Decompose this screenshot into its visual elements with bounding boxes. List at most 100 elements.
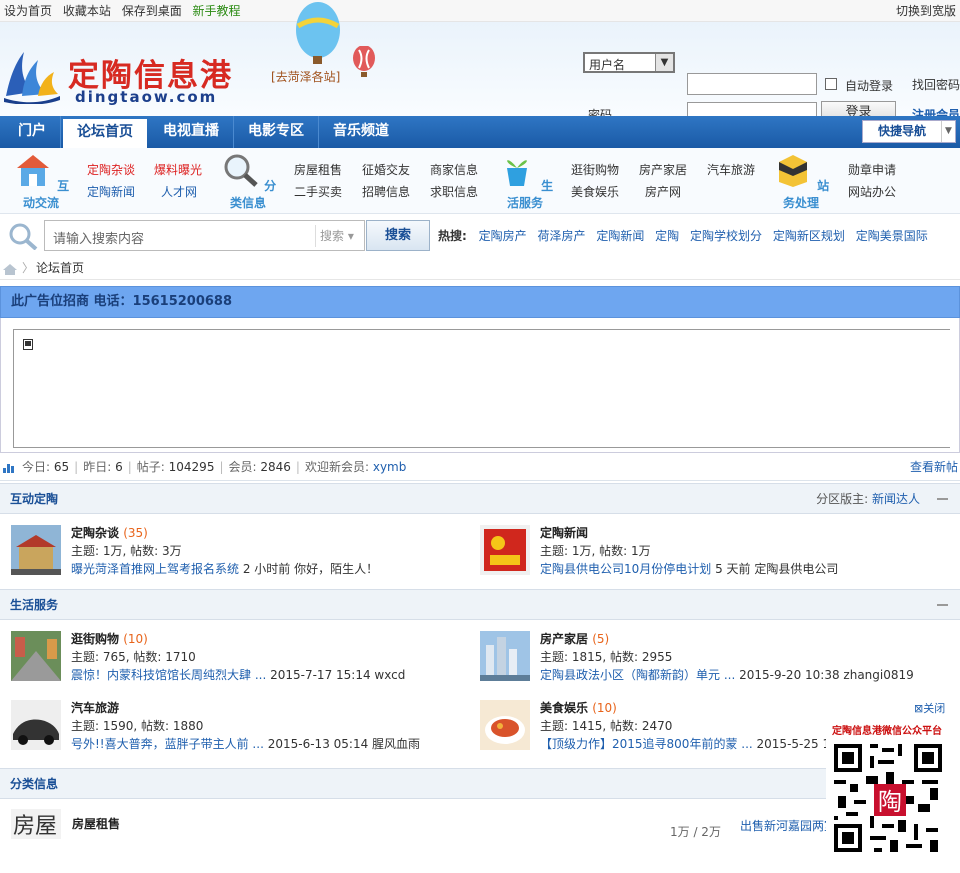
bar-chart-icon (3, 464, 14, 473)
forum-thumbnail[interactable] (480, 631, 530, 681)
forum-name[interactable]: 逛街购物 (71, 632, 119, 646)
cat-link-secondhand[interactable]: 二手买卖 (294, 183, 342, 200)
hot-link[interactable]: 定陶新区规划 (773, 229, 845, 243)
search-button[interactable]: 搜索 (366, 220, 430, 251)
forum-thumbnail[interactable] (480, 525, 530, 575)
forum-row: 房屋 房屋租售 1万 / 2万 出售新河嘉园两室一厅精装修房 (0, 799, 960, 839)
collapse-icon[interactable] (937, 498, 948, 500)
cat-link-cartravel[interactable]: 汽车旅游 (707, 161, 755, 178)
last-post-title[interactable]: 定陶县供电公司10月份停电计划 (540, 562, 711, 576)
cat-link-merchants[interactable]: 商家信息 (430, 161, 478, 178)
last-post-meta: 2 小时前 你好，陌生人！ (242, 562, 379, 576)
last-post-title[interactable]: 号外!!喜大普奔，蓝胖子带主人前 ... (71, 737, 264, 751)
auto-login-checkbox[interactable] (825, 78, 837, 90)
last-post-title[interactable]: 【顶级力作】2015追寻800年前的蒙 ... (540, 737, 753, 751)
auto-login-label[interactable]: 自动登录 (845, 77, 893, 94)
forum-thumbnail[interactable] (11, 700, 61, 750)
forum-stat: 主题: 1590, 帖数: 1880 (71, 719, 204, 733)
forum-stats: 今日: 65 | 昨日: 6 | 帖子: 104295 | 会员: 2846 | 欢迎新会员: … (0, 453, 960, 481)
nav-tab-music[interactable]: 音乐频道 (319, 116, 403, 148)
cat-link-housing[interactable]: 房屋租售 (294, 161, 342, 178)
hot-link[interactable]: 荷泽房产 (537, 229, 585, 243)
close-qr-button[interactable]: ⊠关闭 (914, 700, 945, 716)
cat-link-dating[interactable]: 征婚交友 (362, 161, 410, 178)
switch-wide-link[interactable]: 切换到宽版 (896, 2, 956, 19)
hot-link[interactable]: 定陶学校划分 (690, 229, 762, 243)
new-member-link[interactable]: xymb (373, 460, 407, 474)
interact-category[interactable]: 互动交流 (12, 152, 70, 211)
forum-name[interactable]: 美食娱乐 (540, 701, 588, 715)
nav-tab-tv-live[interactable]: 电视直播 (149, 116, 234, 148)
forum-name[interactable]: 房产家居 (540, 632, 588, 646)
affairs-category[interactable]: 站务处理 (772, 152, 830, 211)
cat-link-realestate[interactable]: 房产家居 (639, 161, 687, 178)
last-post-meta: 5 天前 定陶县供电公司 (715, 562, 839, 576)
plant-icon (506, 160, 527, 186)
classified-category[interactable]: 分类信息 (218, 152, 278, 211)
bookmark-link[interactable]: 收藏本站 (63, 4, 111, 18)
qr-title: 定陶信息港微信公众平台 (832, 726, 942, 737)
forum-name[interactable]: 房屋租售 (72, 815, 120, 832)
cat-link-jobseek[interactable]: 求职信息 (430, 183, 478, 200)
cat-link-property-net[interactable]: 房产网 (645, 183, 681, 200)
hot-link[interactable]: 定陶房产 (479, 229, 527, 243)
last-post-meta: 2015-7-17 15:14 wxcd (270, 668, 406, 682)
hot-search: 热搜: 定陶房产 荷泽房产 定陶新闻 定陶 定陶学校划分 定陶新区规划 定陶美景… (438, 227, 935, 244)
last-post-meta: 2015-6-13 05:14 腥风血雨 (267, 737, 421, 751)
hot-link[interactable]: 定陶 (655, 229, 679, 243)
username-input[interactable] (687, 73, 817, 95)
set-homepage-link[interactable]: 设为首页 (4, 4, 52, 18)
section-header-interact: 互动定陶 分区版主: 新闻达人 (0, 483, 960, 514)
qr-widget: ⊠关闭 定陶信息港微信公众平台 陶 (826, 700, 960, 858)
login-form: 用户名 ▼ 自动登录 找回密码 密码 登录 注册会员 (582, 50, 960, 124)
balloon-icon (296, 2, 340, 64)
hot-search-label: 热搜: (438, 229, 467, 243)
save-desktop-link[interactable]: 保存到桌面 (122, 4, 182, 18)
search-input[interactable]: 请输入搜索内容 搜索 ▾ (44, 220, 365, 251)
cat-link-recruit[interactable]: 招聘信息 (362, 183, 410, 200)
chevron-down-icon[interactable]: ▼ (655, 54, 673, 71)
last-post-title[interactable]: 曝光菏泽首推网上驾考报名系统 (71, 562, 239, 576)
cat-link-shopping[interactable]: 逛街购物 (571, 161, 619, 178)
find-password-link[interactable]: 找回密码 (912, 76, 960, 93)
last-post-title[interactable]: 定陶县政法小区（陶都新韵）单元 ... (540, 668, 735, 682)
nav-tab-portal[interactable]: 门户 (4, 116, 61, 148)
breadcrumb: 〉 论坛首页 (0, 258, 960, 280)
forum-thumbnail[interactable]: 房屋 (11, 809, 61, 839)
forum-stat: 主题: 1万, 帖数: 3万 (71, 544, 182, 558)
cat-link-expose[interactable]: 爆料曝光 (154, 161, 202, 178)
cat-link-office[interactable]: 网站办公 (848, 183, 896, 200)
life-category[interactable]: 生活服务 (496, 152, 554, 211)
logo-icon (4, 52, 60, 104)
hot-link[interactable]: 定陶美景国际 (856, 229, 928, 243)
forum-thumbnail[interactable] (11, 631, 61, 681)
svg-text:房屋: 房屋 (13, 814, 57, 839)
view-new-posts-link[interactable]: 查看新帖 (910, 453, 958, 481)
section-header-classified: 分类信息 (0, 768, 960, 799)
nav-tab-forum-home[interactable]: 论坛首页 (63, 119, 147, 148)
forum-name[interactable]: 定陶新闻 (540, 526, 588, 540)
forum-thumbnail[interactable] (11, 525, 61, 575)
cat-link-food[interactable]: 美食娱乐 (571, 183, 619, 200)
tutorial-link[interactable]: 新手教程 (193, 4, 241, 18)
username-type-select[interactable]: 用户名 ▼ (583, 52, 675, 73)
forum-item: 定陶新闻 主题: 1万, 帖数: 1万 定陶县供电公司10月份停电计划 5 天前… (480, 521, 940, 581)
hot-link[interactable]: 定陶新闻 (596, 229, 644, 243)
forum-stat: 1万 / 2万 (670, 825, 721, 839)
search-type-select[interactable]: 搜索 ▾ (315, 225, 365, 247)
top-links: 设为首页 收藏本站 保存到桌面 新手教程 (4, 2, 248, 19)
forum-name[interactable]: 汽车旅游 (71, 701, 119, 715)
quick-nav-button[interactable]: 快捷导航 ▼ (862, 120, 956, 143)
cat-link-dingtao-talk[interactable]: 定陶杂谈 (87, 161, 135, 178)
home-icon[interactable] (2, 263, 18, 275)
last-post-title[interactable]: 震惊！内蒙科技馆馆长周纯烈大肆 ... (71, 668, 266, 682)
moderator-link[interactable]: 新闻达人 (872, 492, 920, 506)
forum-name[interactable]: 定陶杂谈 (71, 526, 119, 540)
cat-link-talent[interactable]: 人才网 (161, 183, 197, 200)
forum-row: 逛街购物 (10) 主题: 765, 帖数: 1710 震惊！内蒙科技馆馆长周纯… (0, 620, 960, 695)
cat-link-medal[interactable]: 勋章申请 (848, 161, 896, 178)
collapse-icon[interactable] (937, 604, 948, 606)
nav-tab-movies[interactable]: 电影专区 (234, 116, 319, 148)
forum-thumbnail[interactable] (480, 700, 530, 750)
cat-link-dingtao-news[interactable]: 定陶新闻 (87, 183, 135, 200)
